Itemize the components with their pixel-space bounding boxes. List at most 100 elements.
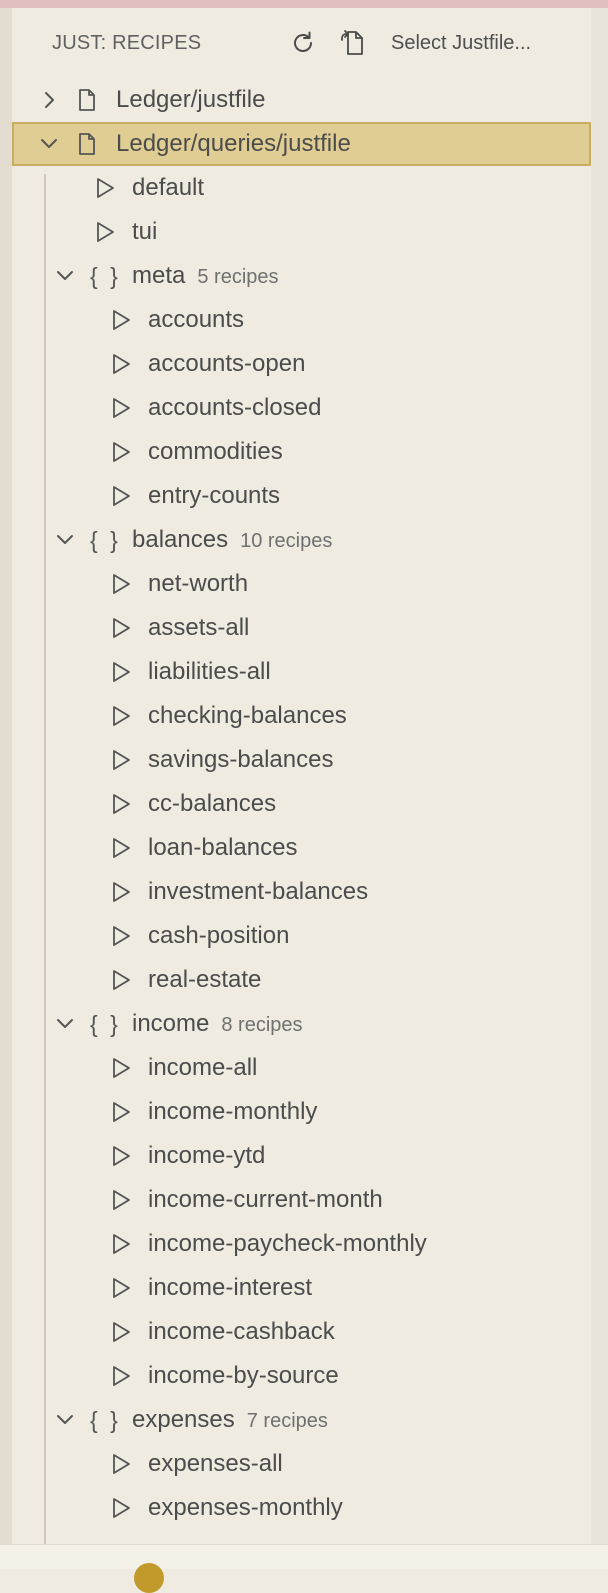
play-icon xyxy=(108,1090,134,1134)
play-icon xyxy=(108,914,134,958)
recipe-item[interactable]: income-all xyxy=(12,1046,591,1090)
tree-file-item[interactable]: Ledger/justfile xyxy=(12,78,591,122)
group-name: balances xyxy=(132,526,229,553)
module-braces-icon: { } xyxy=(90,263,121,289)
play-icon xyxy=(108,650,134,694)
play-icon xyxy=(108,958,134,1002)
recipe-label: income-interest xyxy=(148,1274,313,1301)
recipe-item[interactable]: checking-balances xyxy=(12,694,591,738)
recipe-item[interactable]: savings-balances xyxy=(12,738,591,782)
recipe-label: default xyxy=(132,174,205,201)
recipe-item[interactable]: cc-balances xyxy=(12,782,591,826)
recipe-item[interactable]: expenses-all xyxy=(12,1442,591,1486)
status-footer xyxy=(0,1544,608,1593)
play-icon xyxy=(108,1222,134,1266)
chevron-down-icon xyxy=(36,122,62,166)
group-label: income 8 recipes xyxy=(132,1002,303,1047)
play-icon xyxy=(108,870,134,914)
recipe-item[interactable]: default xyxy=(12,166,591,210)
recipe-label: tui xyxy=(132,218,158,245)
play-icon xyxy=(108,694,134,738)
file-swap-icon xyxy=(341,30,363,55)
file-icon xyxy=(74,78,100,122)
recipe-label: commodities xyxy=(148,438,283,465)
chevron-down-icon xyxy=(52,1002,78,1046)
recipe-item[interactable]: real-estate xyxy=(12,958,591,1002)
recipe-label: income-cashback xyxy=(148,1318,335,1345)
play-icon xyxy=(108,1486,134,1530)
recipe-item[interactable]: net-worth xyxy=(12,562,591,606)
recipe-item[interactable]: expenses-monthly xyxy=(12,1486,591,1530)
recipe-item[interactable]: income-monthly xyxy=(12,1090,591,1134)
refresh-button[interactable] xyxy=(286,26,320,60)
play-icon xyxy=(92,166,118,210)
recipe-item[interactable]: income-interest xyxy=(12,1266,591,1310)
recipe-label: loan-balances xyxy=(148,834,298,861)
play-icon xyxy=(108,1046,134,1090)
file-label: Ledger/queries/justfile xyxy=(116,130,351,157)
play-icon xyxy=(108,1266,134,1310)
recipes-panel: JUST: RECIPES Select Justfile... Ledger/… xyxy=(12,8,591,1544)
tree-file-item[interactable]: Ledger/queries/justfile xyxy=(12,122,591,166)
recipe-item[interactable]: loan-balances xyxy=(12,826,591,870)
recipe-item[interactable]: investment-balances xyxy=(12,870,591,914)
chevron-down-icon xyxy=(52,518,78,562)
play-icon xyxy=(108,1442,134,1486)
recipe-item[interactable]: income-cashback xyxy=(12,1310,591,1354)
play-icon xyxy=(108,430,134,474)
recipe-item[interactable]: liabilities-all xyxy=(12,650,591,694)
group-count: 8 recipes xyxy=(221,1014,303,1036)
recipe-group[interactable]: { } balances 10 recipes xyxy=(12,518,591,562)
group-label: expenses 7 recipes xyxy=(132,1398,328,1443)
play-icon xyxy=(108,1354,134,1398)
top-strip xyxy=(0,0,608,8)
group-name: income xyxy=(132,1010,210,1037)
recipe-label: savings-balances xyxy=(148,746,334,773)
play-icon xyxy=(108,342,134,386)
group-count: 7 recipes xyxy=(246,1410,328,1432)
activity-bar-edge xyxy=(0,8,12,1544)
play-icon xyxy=(108,386,134,430)
recipe-label: real-estate xyxy=(148,966,262,993)
play-icon xyxy=(108,1310,134,1354)
recipe-group[interactable]: { } expenses 7 recipes xyxy=(12,1398,591,1442)
recipe-item[interactable]: assets-all xyxy=(12,606,591,650)
play-icon xyxy=(108,474,134,518)
scrollbar-track[interactable] xyxy=(591,8,608,1544)
recipe-item[interactable]: income-ytd xyxy=(12,1134,591,1178)
recipe-item[interactable]: accounts-closed xyxy=(12,386,591,430)
chevron-right-icon xyxy=(36,78,62,122)
recipe-group[interactable]: { } income 8 recipes xyxy=(12,1002,591,1046)
select-justfile-link[interactable]: Select Justfile... xyxy=(391,32,531,55)
recipe-item[interactable]: income-by-source xyxy=(12,1354,591,1398)
recipe-label: income-all xyxy=(148,1054,258,1081)
recipe-item[interactable]: accounts xyxy=(12,298,591,342)
chevron-down-icon xyxy=(52,1398,78,1442)
select-justfile-icon-button[interactable] xyxy=(336,26,370,60)
recipe-label: entry-counts xyxy=(148,482,281,509)
module-braces-icon: { } xyxy=(90,527,121,553)
recipe-label: income-ytd xyxy=(148,1142,266,1169)
module-braces-icon: { } xyxy=(90,1011,121,1037)
recipe-label: income-paycheck-monthly xyxy=(148,1230,427,1257)
recipe-label: net-worth xyxy=(148,570,249,597)
recipe-label: cc-balances xyxy=(148,790,277,817)
recipe-item[interactable]: commodities xyxy=(12,430,591,474)
recipe-item[interactable]: income-paycheck-monthly xyxy=(12,1222,591,1266)
group-label: meta 5 recipes xyxy=(132,254,279,299)
file-icon xyxy=(74,122,100,166)
recipe-label: accounts-closed xyxy=(148,394,322,421)
group-name: expenses xyxy=(132,1406,235,1433)
recipe-label: income-by-source xyxy=(148,1362,339,1389)
recipe-group[interactable]: { } meta 5 recipes xyxy=(12,254,591,298)
recipe-item[interactable]: income-current-month xyxy=(12,1178,591,1222)
play-icon xyxy=(108,562,134,606)
recipe-label: accounts xyxy=(148,306,245,333)
recipe-item[interactable]: tui xyxy=(12,210,591,254)
recipe-item[interactable]: entry-counts xyxy=(12,474,591,518)
recipe-item[interactable]: accounts-open xyxy=(12,342,591,386)
recipe-label: investment-balances xyxy=(148,878,369,905)
recipe-label: accounts-open xyxy=(148,350,306,377)
recipe-item[interactable]: cash-position xyxy=(12,914,591,958)
file-label: Ledger/justfile xyxy=(116,86,266,113)
